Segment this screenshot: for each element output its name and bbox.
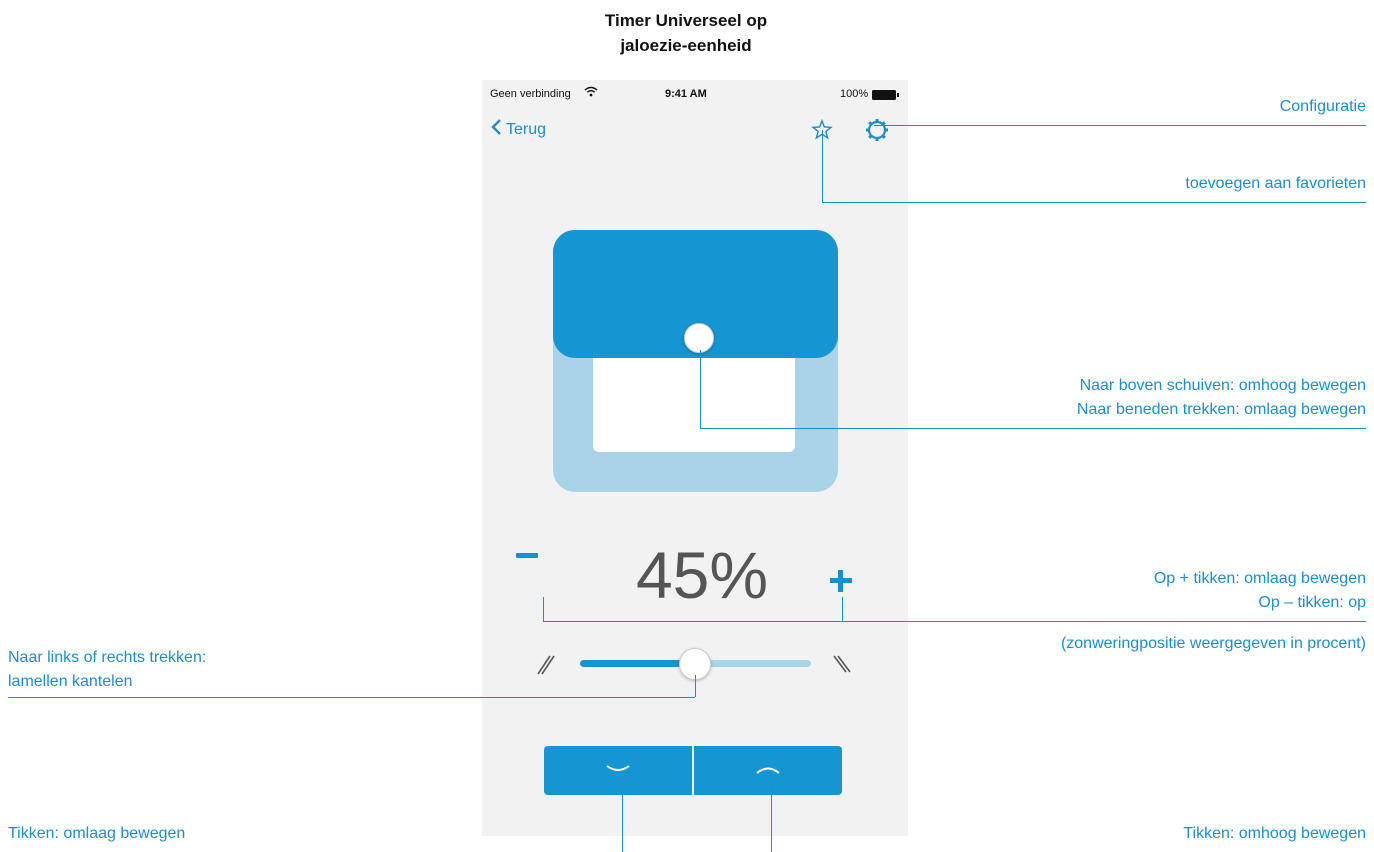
move-up-button[interactable] xyxy=(694,746,842,795)
page-title-line1: Timer Universeel op xyxy=(604,11,768,30)
annotation-tilt-line1: Naar links of rechts trekken: xyxy=(8,649,207,666)
leader-line-tilt-h xyxy=(8,697,695,698)
page-title-line2: jaloezie-eenheid xyxy=(620,36,752,55)
annotation-favorites: toevoegen aan favorieten xyxy=(1185,175,1366,192)
leader-line-plus-v xyxy=(842,597,843,621)
gear-icon[interactable] xyxy=(865,118,889,147)
annotation-minus-tap: Op – tikken: op xyxy=(1258,594,1366,611)
back-label: Terug xyxy=(506,120,547,138)
chevron-down-icon xyxy=(606,765,630,771)
annotation-percent-note: (zonweringpositie weergegeven in procent… xyxy=(1060,635,1366,652)
move-down-button[interactable] xyxy=(544,746,692,795)
carrier-label: Geen verbinding xyxy=(490,88,571,100)
annotation-slide-up: Naar boven schuiven: omhoog bewegen xyxy=(1079,377,1366,394)
blind-drag-handle[interactable] xyxy=(684,323,714,353)
battery-icon xyxy=(872,90,900,103)
phone-screen: Geen verbinding 9:41 AM 100% Terug 45% xyxy=(482,80,908,836)
position-percent: 45% xyxy=(635,538,769,612)
leader-line-config xyxy=(874,125,1366,126)
leader-line-favorites-v xyxy=(822,130,823,202)
leader-line-minus-v xyxy=(543,597,544,621)
annotation-tilt-line2: lamellen kantelen xyxy=(8,673,133,690)
annotation-drag-down: Naar beneden trekken: omlaag bewegen xyxy=(1076,401,1366,418)
leader-line-handle-v xyxy=(700,350,701,428)
leader-line-tilt-v xyxy=(695,675,696,697)
back-button[interactable]: Terug xyxy=(490,118,546,141)
chevron-up-icon xyxy=(756,767,780,774)
leader-line-favorites-h xyxy=(822,202,1366,203)
annotation-plus-tap: Op + tikken: omlaag bewegen xyxy=(1153,570,1366,587)
leader-line-up-button xyxy=(771,786,772,852)
slats-closed-icon xyxy=(534,650,556,683)
leader-line-down-button xyxy=(622,786,623,852)
chevron-left-icon xyxy=(490,118,502,141)
battery-label: 100% xyxy=(840,88,869,100)
tilt-slider-track[interactable] xyxy=(696,660,811,667)
leader-line-handle-h xyxy=(700,428,1366,429)
annotation-tap-down: Tikken: omlaag bewegen xyxy=(8,825,186,842)
wifi-icon xyxy=(584,86,598,100)
annotation-tap-up: Tikken: omhoog bewegen xyxy=(1183,825,1366,842)
slats-open-icon xyxy=(832,650,854,683)
annotation-config: Configuratie xyxy=(1279,98,1366,115)
status-time: 9:41 AM xyxy=(665,88,707,100)
leader-line-plusminus-h xyxy=(543,621,1366,622)
minus-icon[interactable] xyxy=(516,553,538,558)
